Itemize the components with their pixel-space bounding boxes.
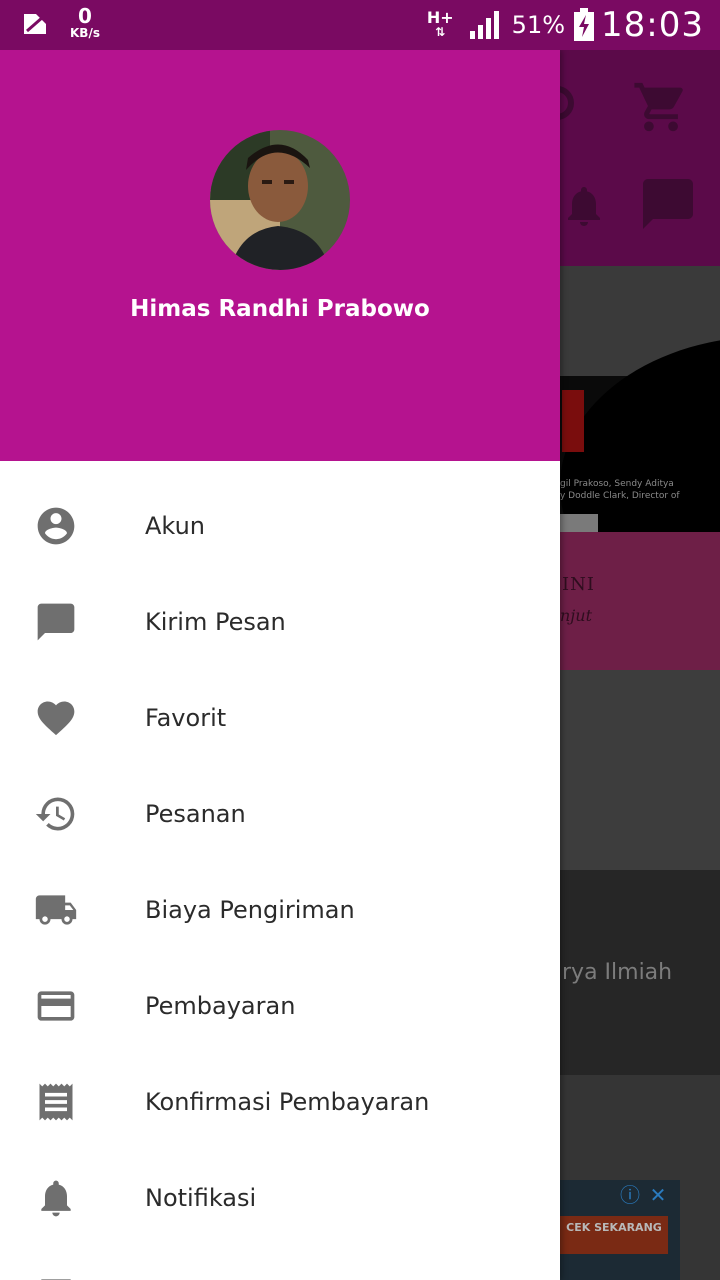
battery-percent: 51% — [511, 11, 566, 39]
menu-item-partial[interactable] — [0, 1244, 560, 1280]
heart-icon — [37, 701, 75, 736]
menu-item-label: Kirim Pesan — [145, 608, 286, 636]
menu-item-label: Biaya Pengiriman — [145, 896, 355, 924]
menu-item-label: Pesanan — [145, 800, 246, 828]
menu-item-akun[interactable]: Akun — [0, 476, 560, 572]
menu-item-biaya-pengiriman[interactable]: Biaya Pengiriman — [0, 860, 560, 956]
menu-item-konfirmasi-pembayaran[interactable]: Konfirmasi Pembayaran — [0, 1052, 560, 1148]
clock: 18:03 — [601, 5, 704, 45]
ad-button: CEK SEKARANG — [560, 1216, 668, 1254]
sim-icon — [24, 13, 46, 34]
promo-title: INI — [562, 574, 595, 595]
drawer-header: Himas Randhi Prabowo — [0, 50, 560, 461]
receipt-icon — [39, 1083, 73, 1121]
notification-bell-icon — [568, 187, 600, 226]
ad-close-icon: ✕ — [649, 1183, 667, 1207]
list-icon — [41, 1279, 71, 1280]
category-title: rya Ilmiah — [562, 960, 673, 985]
menu-item-label: Konfirmasi Pembayaran — [145, 1088, 430, 1116]
truck-icon — [35, 895, 77, 925]
credit-card-icon — [37, 991, 75, 1021]
menu-item-label: Notifikasi — [145, 1184, 257, 1212]
menu-item-label: Favorit — [145, 704, 227, 732]
bell-icon — [41, 1180, 71, 1217]
network-type-label: H+ — [426, 8, 454, 27]
menu-item-pesanan[interactable]: Pesanan — [0, 764, 560, 860]
menu-item-favorit[interactable]: Favorit — [0, 668, 560, 764]
net-speed: 0 KB/s — [70, 6, 100, 39]
banner-caption: gil Prakoso, Sendy Aditya y Doddle Clark… — [560, 479, 680, 501]
menu-item-label: Akun — [145, 512, 205, 540]
ad-info-icon: ⓘ — [620, 1183, 640, 1207]
navigation-drawer: Himas Randhi Prabowo Akun Kirim Pesan Fa… — [0, 50, 560, 1280]
history-icon — [35, 797, 75, 831]
net-speed-unit: KB/s — [70, 26, 100, 40]
message-icon — [37, 603, 75, 641]
avatar[interactable] — [210, 130, 350, 270]
signal-icon — [469, 11, 499, 39]
status-bar: 0 KB/s H+ ⇅ 51% 18:03 — [0, 0, 720, 50]
menu-item-kirim-pesan[interactable]: Kirim Pesan — [0, 572, 560, 668]
avatar-photo — [210, 130, 350, 270]
promo-subtitle: njut — [560, 606, 592, 625]
battery-charging-icon — [574, 8, 595, 41]
drawer-menu: Akun Kirim Pesan Favorit Pesanan Biaya P… — [0, 476, 560, 1280]
cart-icon — [634, 82, 683, 132]
menu-item-label: Pembayaran — [145, 992, 296, 1020]
network-type: H+ ⇅ — [426, 8, 454, 40]
account-circle-icon — [37, 507, 75, 545]
menu-item-pembayaran[interactable]: Pembayaran — [0, 956, 560, 1052]
ad-banner: ⓘ ✕ CEK SEKARANG — [560, 1180, 680, 1280]
menu-item-notifikasi[interactable]: Notifikasi — [0, 1148, 560, 1244]
net-speed-value: 0 — [78, 4, 92, 28]
chat-icon — [643, 179, 693, 229]
user-name: Himas Randhi Prabowo — [130, 296, 430, 322]
